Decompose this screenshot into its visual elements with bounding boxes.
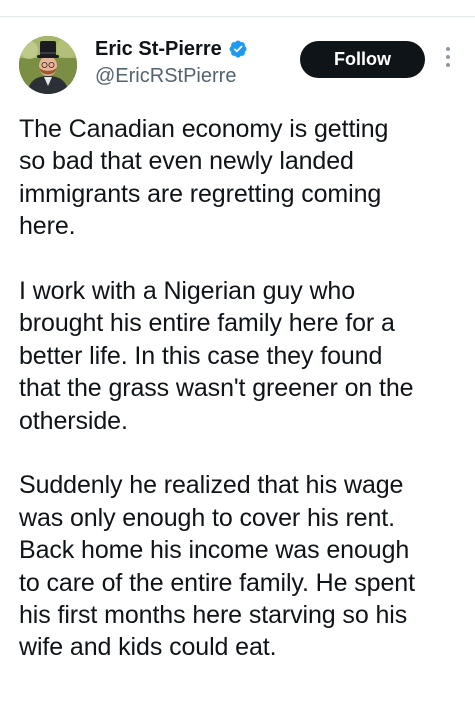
tweet-text: The Canadian economy is getting so bad t… — [19, 113, 464, 664]
follow-button[interactable]: Follow — [300, 41, 425, 78]
user-handle[interactable]: @EricRStPierre — [95, 64, 236, 88]
avatar[interactable] — [19, 36, 77, 94]
text-line: better life. In this case they found — [19, 341, 383, 370]
tweet-paragraph: The Canadian economy is getting so bad t… — [19, 113, 464, 243]
text-line: immigrants are regretting coming — [19, 179, 382, 208]
text-line: was only enough to cover his rent. — [19, 503, 395, 532]
text-line: his first months here starving so his — [19, 601, 408, 630]
text-line: Back home his income was enough — [19, 536, 410, 565]
tweet-header: Eric St-Pierre @EricRStPierre Follow — [0, 0, 475, 100]
text-line: to care of the entire family. He spent — [19, 568, 415, 597]
text-line: Suddenly he realized that his wage — [19, 471, 404, 500]
name-row: Eric St-Pierre — [95, 37, 248, 61]
text-line: that the grass wasn't greener on the — [19, 374, 414, 403]
text-line: so bad that even newly landed — [19, 147, 354, 176]
text-line: otherside. — [19, 406, 128, 435]
avatar-photo-icon — [19, 36, 77, 94]
text-line: I work with a Nigerian guy who — [19, 277, 356, 306]
verified-badge-icon — [228, 39, 248, 59]
text-line: brought his entire family here for a — [19, 309, 395, 338]
text-line: here. — [19, 212, 76, 241]
tweet-paragraph: I work with a Nigerian guy who brought h… — [19, 275, 464, 437]
display-name[interactable]: Eric St-Pierre — [95, 37, 222, 61]
tweet-paragraph: Suddenly he realized that his wage was o… — [19, 469, 464, 663]
text-line: wife and kids could eat. — [19, 633, 277, 662]
text-line: The Canadian economy is getting — [19, 115, 389, 143]
more-options-icon[interactable] — [442, 47, 454, 73]
